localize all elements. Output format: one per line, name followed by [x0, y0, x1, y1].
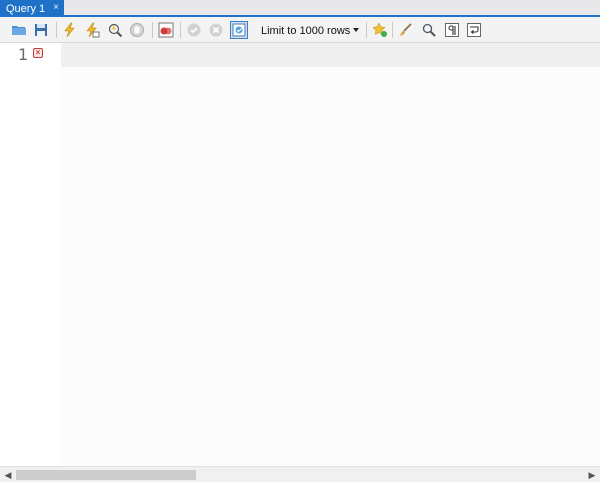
stop-icon[interactable] [128, 21, 146, 39]
toggle-autocommit-icon[interactable] [230, 21, 248, 39]
rollback-icon[interactable] [207, 21, 225, 39]
line-number-gutter [0, 43, 61, 466]
limit-rows-value: Limit to 1000 rows [261, 24, 351, 37]
limit-rows-select[interactable]: Limit to 1000 rows [257, 22, 363, 39]
scroll-right-icon[interactable]: ▶ [584, 468, 600, 482]
close-icon[interactable]: × [53, 2, 59, 14]
horizontal-scrollbar[interactable]: ◀ ▶ [0, 466, 600, 482]
commit-icon[interactable] [185, 21, 203, 39]
toolbar-separator [392, 22, 393, 38]
toolbar-separator [180, 22, 181, 38]
execute-icon[interactable] [61, 21, 79, 39]
add-snippet-icon[interactable] [371, 21, 389, 39]
word-wrap-icon[interactable] [465, 21, 483, 39]
tab-label: Query 1 [6, 2, 46, 15]
current-line-highlight[interactable] [61, 43, 600, 67]
chevron-down-icon [353, 28, 359, 32]
line-number: 1 [18, 45, 29, 64]
beautify-icon[interactable] [397, 21, 415, 39]
toolbar-separator [366, 22, 367, 38]
tab-strip: Query 1 × [0, 0, 600, 17]
scroll-left-icon[interactable]: ◀ [0, 468, 16, 482]
error-marker-icon[interactable]: × [33, 48, 43, 58]
toggle-continue-on-error-icon[interactable] [157, 21, 175, 39]
open-folder-icon[interactable] [10, 21, 28, 39]
save-icon[interactable] [32, 21, 50, 39]
find-icon[interactable] [420, 21, 438, 39]
query-toolbar: Limit to 1000 rows [0, 17, 600, 43]
execute-current-icon[interactable] [83, 21, 101, 39]
sql-editor[interactable] [61, 67, 600, 466]
explain-icon[interactable] [106, 21, 124, 39]
tab-query-1[interactable]: Query 1 × [0, 0, 64, 17]
toolbar-separator [56, 22, 57, 38]
toolbar-separator [152, 22, 153, 38]
scrollbar-thumb[interactable] [16, 470, 196, 480]
invisible-chars-icon[interactable] [443, 21, 461, 39]
